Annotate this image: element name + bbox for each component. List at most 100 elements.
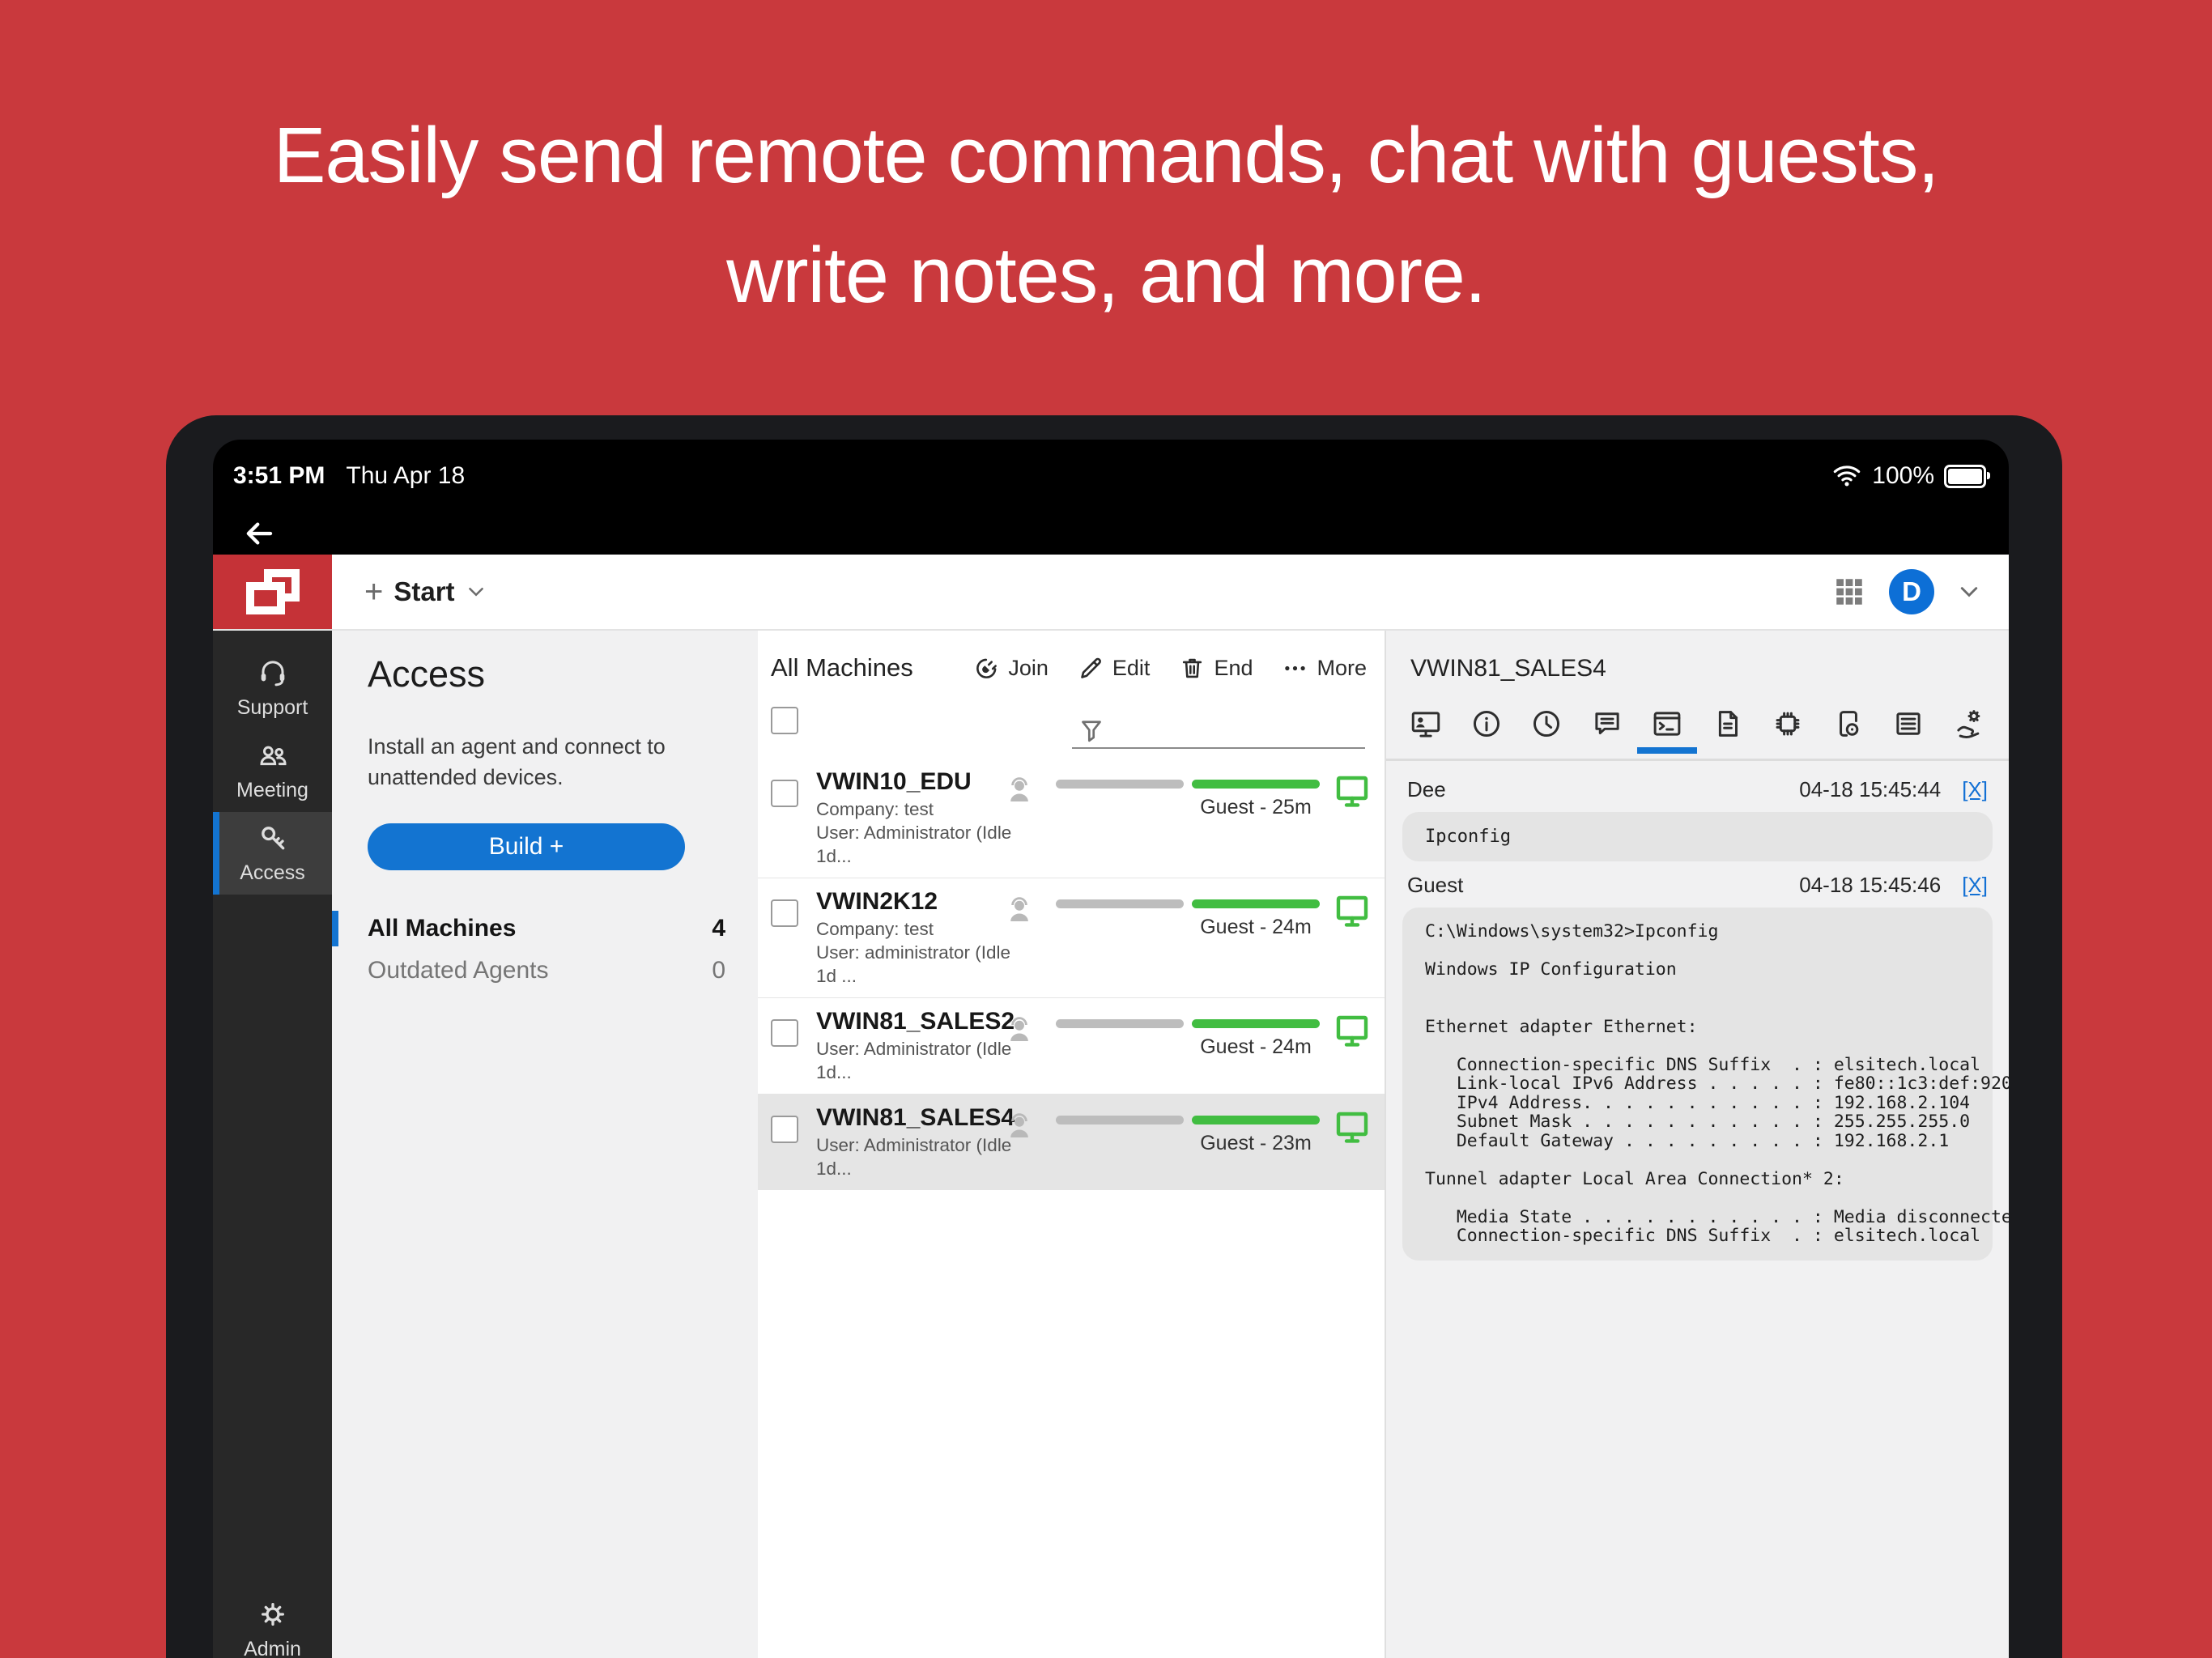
machine-user: User: Administrator (Idle 1d... <box>816 1135 1012 1179</box>
machine-name: VWIN81_SALES4 <box>816 1104 1015 1131</box>
headline-line-2: write notes, and more. <box>726 231 1487 319</box>
sidebar-item-admin[interactable]: Admin <box>213 1588 332 1658</box>
app-window: + Start D Support Meeting Access Admin A… <box>213 555 2009 1658</box>
group-count: 0 <box>712 957 725 984</box>
message-close-button[interactable]: [X] <box>1962 777 1988 802</box>
machine-row[interactable]: VWIN81_SALES4 User: Administrator (Idle … <box>758 1094 1385 1190</box>
build-button[interactable]: Build + <box>368 823 685 870</box>
row-checkbox[interactable] <box>771 1019 798 1047</box>
guest-duration-label: Guest - 24m <box>1200 1035 1312 1058</box>
machine-name: VWIN81_SALES2 <box>816 1008 1015 1035</box>
monitor-online-icon[interactable] <box>1333 1011 1372 1050</box>
filter-input[interactable] <box>1072 747 1365 749</box>
guest-duration-label: Guest - 25m <box>1200 796 1312 818</box>
tab-history-clock-icon[interactable] <box>1529 707 1563 741</box>
group-outdated-agents[interactable]: Outdated Agents 0 <box>332 950 758 992</box>
pencil-icon <box>1078 655 1104 682</box>
guest-duration-label: Guest - 24m <box>1200 916 1312 938</box>
detail-tabs <box>1409 707 1986 754</box>
tab-info-icon[interactable] <box>1470 707 1504 741</box>
host-duration-bar <box>1056 780 1184 789</box>
key-icon <box>257 822 289 854</box>
sidebar-item-support[interactable]: Support <box>213 647 332 729</box>
account-chevron-icon[interactable] <box>1957 580 1981 604</box>
edit-label: Edit <box>1112 655 1151 680</box>
guest-person-icon <box>1002 893 1036 927</box>
guest-person-icon <box>1002 1109 1036 1143</box>
tab-chat-icon[interactable] <box>1590 707 1624 741</box>
group-label: Outdated Agents <box>368 957 549 984</box>
tablet-screen: 3:51 PM Thu Apr 18 100% + Start D Suppor… <box>213 440 2009 1658</box>
overlapping-squares-icon <box>245 569 300 614</box>
row-checkbox[interactable] <box>771 899 798 927</box>
machine-user: User: Administrator (Idle 1d... <box>816 823 1012 866</box>
monitor-online-icon[interactable] <box>1333 1107 1372 1146</box>
guest-duration-bar <box>1192 1019 1320 1028</box>
more-label: More <box>1317 655 1367 680</box>
machine-groups: All Machines 4 Outdated Agents 0 <box>332 908 758 992</box>
monitor-online-icon[interactable] <box>1333 891 1372 930</box>
sidebar-item-label: Admin <box>244 1638 301 1658</box>
sidebar-item-meeting[interactable]: Meeting <box>213 729 332 812</box>
app-top-bar: + Start D <box>213 555 2009 631</box>
tab-notes-icon[interactable] <box>1711 707 1745 741</box>
message-sender: Dee <box>1407 777 1446 801</box>
machine-row[interactable]: VWIN2K12 Company: test User: administrat… <box>758 878 1385 997</box>
machine-row[interactable]: VWIN10_EDU Company: test User: Administr… <box>758 759 1385 878</box>
guest-person-icon <box>1002 773 1036 807</box>
panel-title: Access <box>368 653 486 695</box>
monitor-online-icon[interactable] <box>1333 772 1372 810</box>
end-label: End <box>1214 655 1253 680</box>
app-logo[interactable] <box>213 555 332 629</box>
back-arrow-icon[interactable] <box>242 517 276 551</box>
app-grid-icon[interactable] <box>1832 575 1866 609</box>
wifi-icon <box>1831 464 1862 488</box>
command-output-bubble: C:\Windows\system32>Ipconfig Windows IP … <box>1402 908 2009 1261</box>
detail-title: VWIN81_SALES4 <box>1410 655 1606 682</box>
date: Thu Apr 18 <box>346 462 466 489</box>
nav-bar <box>213 512 2009 555</box>
sidebar-item-access[interactable]: Access <box>213 812 332 895</box>
gear-icon <box>257 1598 289 1630</box>
tab-reboot-device-icon[interactable] <box>1831 707 1865 741</box>
edit-button[interactable]: Edit <box>1078 655 1151 682</box>
sidebar-item-label: Meeting <box>236 779 308 801</box>
more-button[interactable]: More <box>1282 655 1367 682</box>
message-close-button[interactable]: [X] <box>1962 873 1988 898</box>
command-bubble: Ipconfig <box>1402 812 1993 861</box>
group-label: All Machines <box>368 915 517 942</box>
avatar[interactable]: D <box>1889 569 1934 614</box>
guest-duration-bar <box>1192 1116 1320 1124</box>
tab-event-log-icon[interactable] <box>1891 707 1925 741</box>
machine-row[interactable]: VWIN81_SALES2 User: Administrator (Idle … <box>758 997 1385 1094</box>
select-all-checkbox[interactable] <box>771 707 798 734</box>
row-checkbox[interactable] <box>771 780 798 807</box>
filter-funnel-icon <box>1077 716 1106 746</box>
tab-terminal-icon[interactable] <box>1637 707 1698 754</box>
machines-toolbar: Join Edit End More <box>973 655 1367 682</box>
clock: 3:51 PM <box>233 462 325 489</box>
plus-icon: + <box>364 574 384 610</box>
tab-remote-monitor-icon[interactable] <box>1409 707 1443 741</box>
sidebar: Support Meeting Access Admin <box>213 631 332 1658</box>
start-session-button[interactable]: + Start <box>364 576 487 608</box>
guest-duration-bar <box>1192 899 1320 908</box>
host-duration-bar <box>1056 1116 1184 1124</box>
sidebar-item-label: Support <box>236 696 308 719</box>
tab-processes-chip-icon[interactable] <box>1771 707 1805 741</box>
join-button[interactable]: Join <box>973 655 1049 682</box>
end-button[interactable]: End <box>1179 655 1253 682</box>
group-all-machines[interactable]: All Machines 4 <box>332 908 758 950</box>
row-checkbox[interactable] <box>771 1116 798 1143</box>
battery-percent: 100% <box>1872 462 1934 489</box>
people-icon <box>257 739 289 772</box>
chevron-down-icon <box>466 581 487 602</box>
machines-title: All Machines <box>771 653 913 682</box>
machine-user: User: Administrator (Idle 1d... <box>816 1039 1012 1082</box>
battery-icon <box>1944 464 1990 488</box>
message-sender: Guest <box>1407 873 1464 897</box>
guest-person-icon <box>1002 1013 1036 1047</box>
sidebar-item-label: Access <box>240 861 305 884</box>
tab-services-icon[interactable] <box>1952 707 1986 741</box>
host-duration-bar <box>1056 899 1184 908</box>
